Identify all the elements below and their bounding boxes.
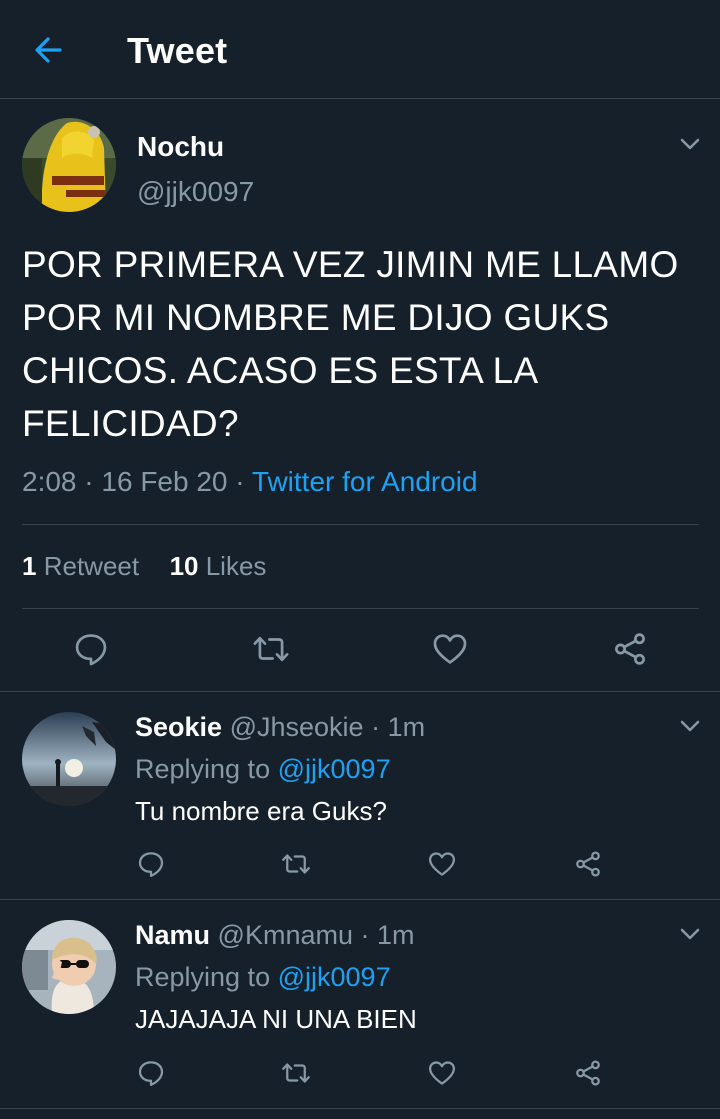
replying-to: Replying to @jjk0097 bbox=[135, 962, 391, 993]
divider bbox=[22, 524, 699, 525]
replying-to: Replying to @jjk0097 bbox=[135, 754, 391, 785]
tweet-time: 2:08 bbox=[22, 466, 77, 497]
retweet-button[interactable] bbox=[252, 630, 290, 668]
likes-count: 10 bbox=[169, 551, 199, 581]
reply-avatar[interactable] bbox=[22, 920, 116, 1014]
retweet-icon bbox=[282, 1063, 310, 1083]
share-button[interactable] bbox=[611, 630, 649, 668]
reply-icon bbox=[75, 634, 107, 666]
share-button[interactable] bbox=[573, 849, 603, 879]
tweet-text: POR PRIMERA VEZ JIMIN ME LLAMO POR MI NO… bbox=[22, 244, 679, 444]
tweet-meta: 2:08 · 16 Feb 20 · Twitter for Android bbox=[22, 466, 478, 498]
reply-options-button[interactable] bbox=[678, 922, 702, 946]
reply-button[interactable] bbox=[72, 630, 110, 668]
reply-button[interactable] bbox=[136, 849, 166, 879]
heart-icon bbox=[429, 852, 455, 876]
like-button[interactable] bbox=[427, 849, 457, 879]
like-button[interactable] bbox=[427, 1058, 457, 1088]
reply-header: Namu @Kmnamu · 1m bbox=[135, 920, 415, 951]
reply-time: 1m bbox=[387, 712, 426, 742]
back-button[interactable] bbox=[30, 32, 66, 68]
heart-icon bbox=[429, 1061, 455, 1085]
reply-separator: · bbox=[360, 920, 370, 950]
reply-author-handle[interactable]: @Jhseokie bbox=[230, 712, 364, 742]
reply-author-name[interactable]: Seokie bbox=[135, 712, 222, 742]
reply-author-name[interactable]: Namu bbox=[135, 920, 210, 950]
reply-author-handle[interactable]: @Kmnamu bbox=[218, 920, 353, 950]
divider bbox=[0, 1108, 720, 1109]
reply-time: 1m bbox=[377, 920, 415, 950]
header-divider bbox=[0, 98, 720, 99]
mention-link[interactable]: @jjk0097 bbox=[278, 754, 391, 784]
share-icon bbox=[615, 633, 645, 665]
tweet-options-button[interactable] bbox=[678, 132, 702, 156]
likes-count-link[interactable]: 10 Likes bbox=[170, 551, 267, 581]
chevron-down-icon bbox=[680, 928, 700, 940]
retweet-button[interactable] bbox=[281, 849, 311, 879]
share-button[interactable] bbox=[573, 1058, 603, 1088]
retweet-icon bbox=[253, 636, 289, 662]
chevron-down-icon bbox=[680, 720, 700, 732]
meta-separator: · bbox=[235, 466, 245, 497]
retweet-button[interactable] bbox=[281, 1058, 311, 1088]
share-icon bbox=[576, 851, 600, 877]
replying-label: Replying to bbox=[135, 754, 271, 784]
reply-button[interactable] bbox=[136, 1058, 166, 1088]
divider bbox=[22, 608, 699, 609]
replying-label: Replying to bbox=[135, 962, 271, 992]
reply-avatar[interactable] bbox=[22, 712, 116, 806]
divider bbox=[0, 899, 720, 900]
tweet-stats: 1 Retweet 10 Likes bbox=[22, 551, 266, 582]
meta-separator: · bbox=[84, 466, 94, 497]
divider bbox=[0, 691, 720, 692]
arrow-left-icon bbox=[35, 37, 62, 63]
retweet-label: Retweet bbox=[43, 551, 140, 581]
retweet-count: 1 bbox=[22, 551, 37, 581]
page-title: Tweet bbox=[127, 30, 228, 71]
reply-separator: · bbox=[371, 712, 381, 742]
reply-options-button[interactable] bbox=[678, 714, 702, 738]
tweet-date: 16 Feb 20 bbox=[101, 466, 228, 497]
top-bar: Tweet bbox=[0, 0, 720, 98]
author-name[interactable]: Nochu bbox=[137, 131, 224, 163]
retweet-count-link[interactable]: 1 Retweet bbox=[22, 551, 139, 581]
mention-link[interactable]: @jjk0097 bbox=[278, 962, 391, 992]
like-button[interactable] bbox=[431, 630, 469, 668]
reply-icon bbox=[138, 852, 164, 877]
avatar[interactable] bbox=[22, 118, 116, 212]
chevron-down-icon bbox=[680, 138, 700, 150]
tweet-source-link[interactable]: Twitter for Android bbox=[252, 466, 478, 497]
share-icon bbox=[576, 1060, 600, 1086]
reply-header: Seokie @Jhseokie · 1m bbox=[135, 712, 425, 743]
author-handle[interactable]: @jjk0097 bbox=[137, 176, 254, 208]
heart-icon bbox=[433, 634, 467, 664]
likes-label: Likes bbox=[205, 551, 267, 581]
reply-icon bbox=[138, 1061, 164, 1086]
retweet-icon bbox=[282, 854, 310, 874]
reply-text: Tu nombre era Guks? bbox=[135, 796, 387, 826]
reply-text: JAJAJAJA NI UNA BIEN bbox=[135, 1004, 417, 1034]
